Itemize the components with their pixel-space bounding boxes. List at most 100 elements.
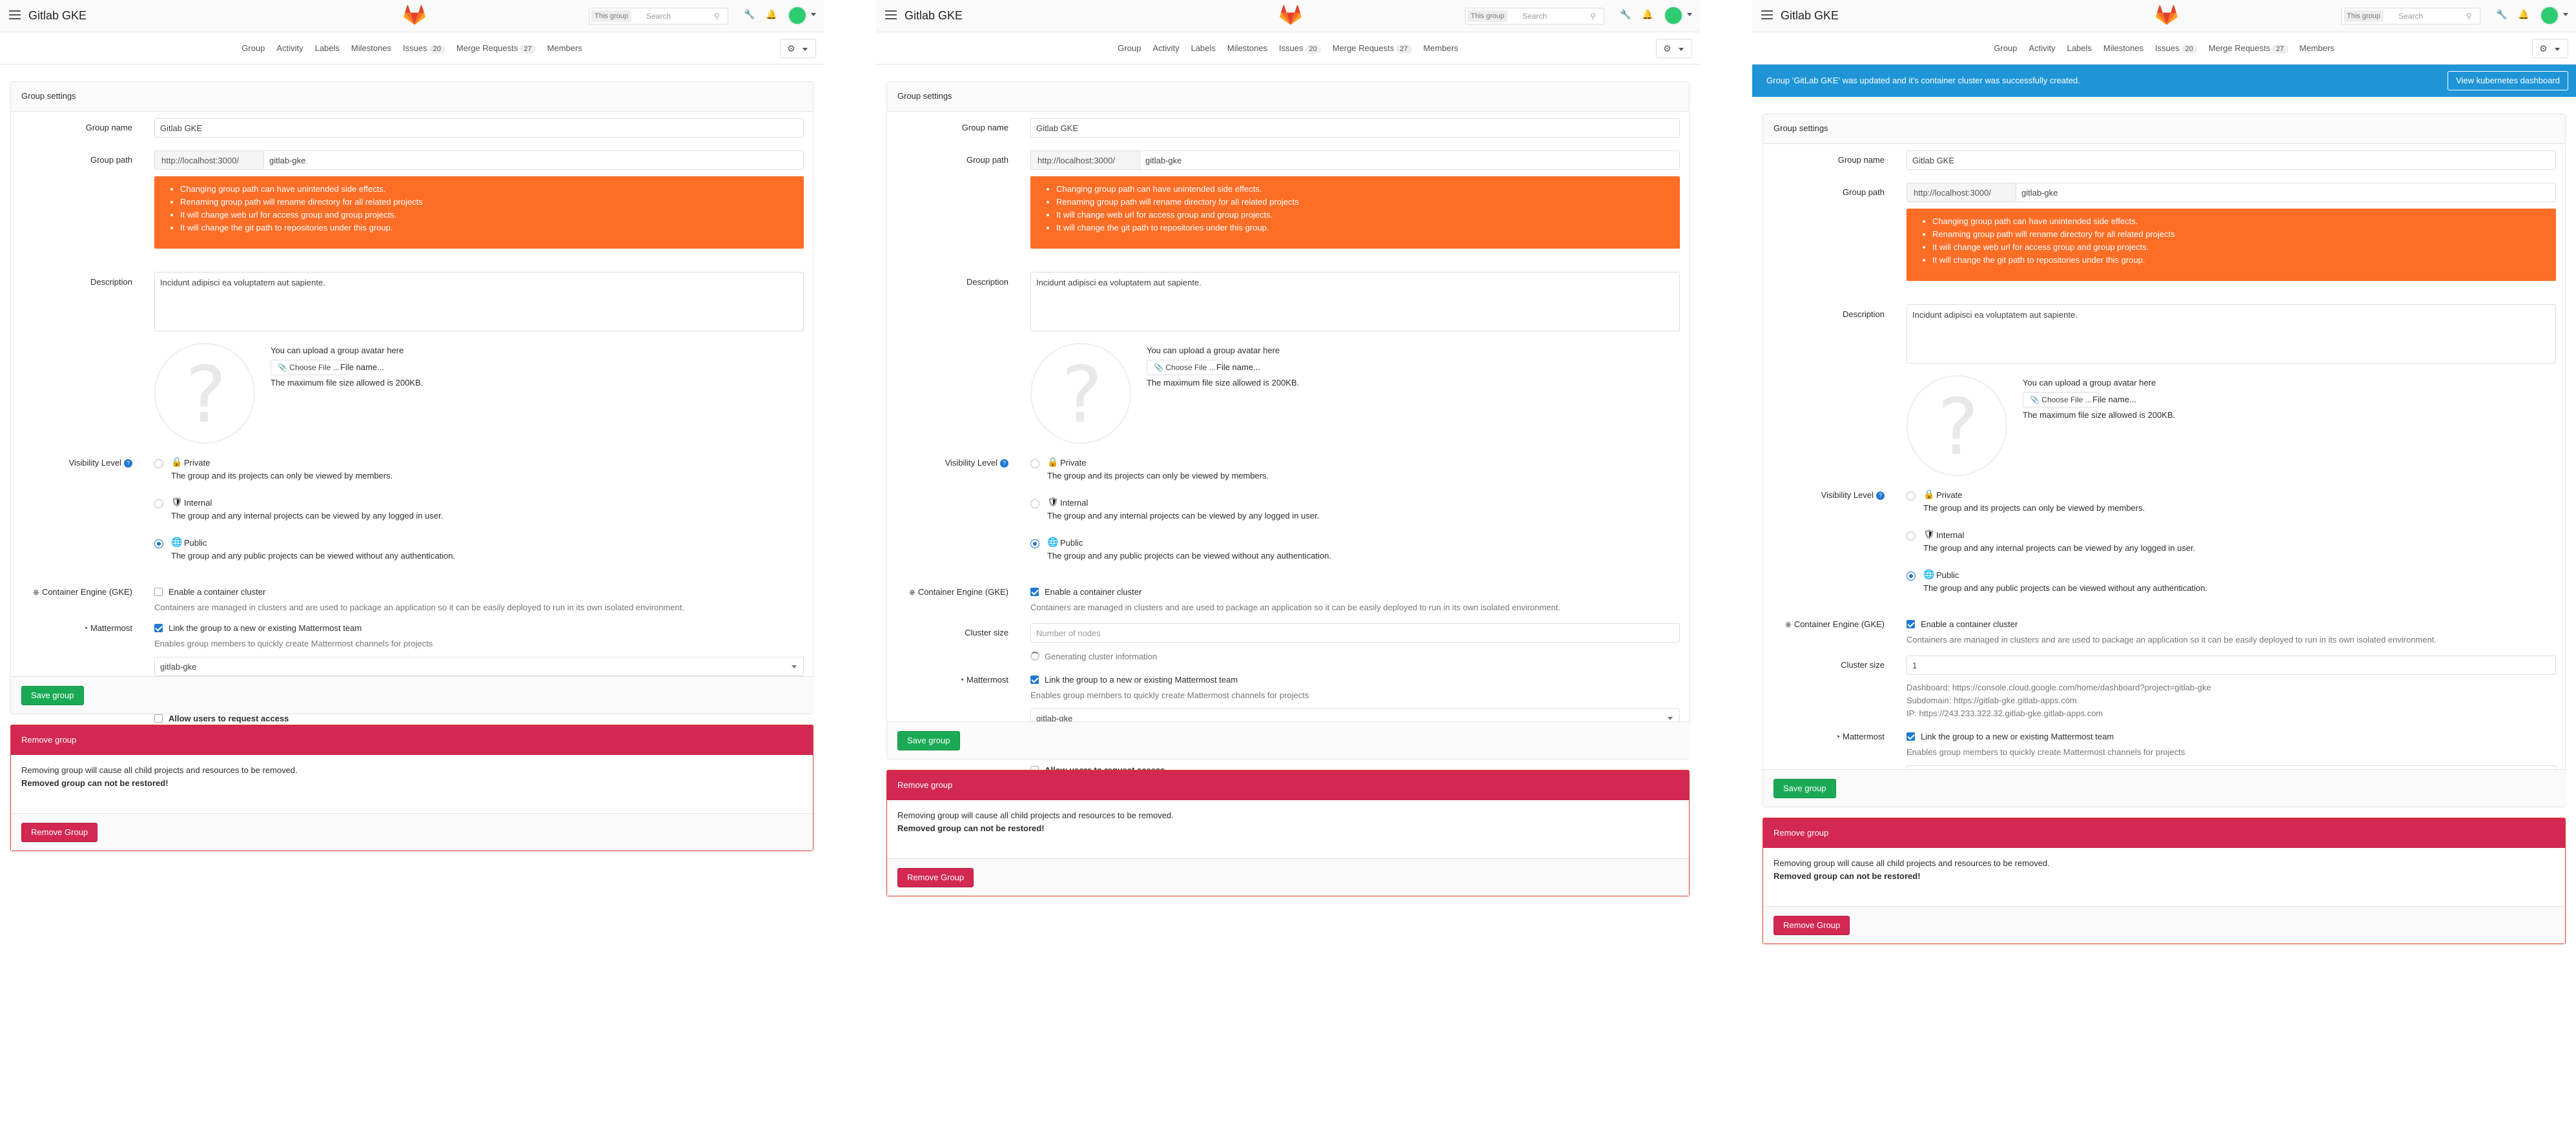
dashboard-link[interactable]: Dashboard: https://console.cloud.google.… [1906, 683, 2211, 692]
group-name-field[interactable]: Gitlab GKE [154, 118, 804, 138]
search-icon: ⚲ [714, 12, 720, 21]
mattermost-team-select[interactable]: gitlab-gke [154, 657, 804, 676]
panel-footer: Save group [11, 676, 814, 714]
visibility-radio-public[interactable] [154, 539, 163, 548]
settings-dropdown-button[interactable]: ⚙ [780, 39, 816, 58]
subnav-item-members[interactable]: Members [547, 43, 582, 53]
group-name-field[interactable]: Gitlab GKE [1030, 118, 1680, 138]
group-path-field[interactable]: gitlab-gke [263, 150, 804, 170]
gitlab-logo-icon[interactable] [1280, 5, 1302, 26]
subdomain-link[interactable]: Subdomain: https://gitlab-gke.gitlab-app… [1906, 696, 2077, 705]
bell-icon[interactable]: 🔔 [2518, 9, 2530, 21]
subnav-item-members[interactable]: Members [1424, 43, 1458, 53]
chevron-down-icon[interactable] [1687, 13, 1692, 16]
hamburger-icon[interactable] [1761, 10, 1773, 19]
choose-file-button[interactable]: 📎 Choose File ... [2023, 392, 2099, 408]
choose-file-button[interactable]: 📎 Choose File ... [271, 360, 347, 375]
subnav-item-group[interactable]: Group [241, 43, 265, 53]
visibility-radio-private[interactable] [154, 459, 163, 468]
group-path-field[interactable]: gitlab-gke [1140, 150, 1680, 170]
subnav-item-issues[interactable]: Issues 20 [403, 43, 445, 54]
subnav-item-milestones[interactable]: Milestones [351, 43, 391, 53]
hamburger-icon[interactable] [9, 10, 21, 19]
remove-group-title: Remove group [1763, 818, 2565, 848]
visibility-radio-public[interactable] [1030, 539, 1039, 548]
settings-dropdown-button[interactable]: ⚙ [2532, 39, 2568, 58]
view-kubernetes-dashboard-button[interactable]: View kubernetes dashboard [2448, 71, 2568, 90]
avatar[interactable] [2540, 6, 2559, 25]
chevron-down-icon[interactable] [2563, 13, 2568, 16]
visibility-radio-private[interactable] [1030, 459, 1039, 468]
subnav-item-issues[interactable]: Issues 20 [2155, 43, 2197, 54]
bell-icon[interactable]: 🔔 [766, 9, 777, 21]
gitlab-logo-icon[interactable] [404, 5, 425, 26]
avatar[interactable] [788, 6, 807, 25]
top-bar: Gitlab GKE This group Search ⚲ 🔧 🔔 [1752, 0, 2576, 32]
subnav-item-activity[interactable]: Activity [276, 43, 303, 53]
remove-group-button[interactable]: Remove Group [897, 868, 974, 887]
help-icon[interactable]: ? [124, 459, 132, 468]
bell-icon[interactable]: 🔔 [1642, 9, 1653, 21]
remove-group-button[interactable]: Remove Group [1774, 916, 1850, 935]
subnav-item-merge-requests[interactable]: Merge Requests 27 [2209, 43, 2288, 54]
description-field[interactable]: Incidunt adipisci ea voluptatem aut sapi… [1030, 272, 1680, 331]
group-subnav: Group Activity Labels Milestones Issues 20 Mer… [876, 32, 1700, 65]
help-icon[interactable]: ? [1876, 491, 1885, 501]
description-field[interactable]: Incidunt adipisci ea voluptatem aut sapi… [1906, 304, 2556, 364]
visibility-radio-private[interactable] [1906, 491, 1916, 501]
mattermost-link-checkbox[interactable] [154, 624, 163, 632]
enable-cluster-checkbox[interactable] [154, 588, 163, 596]
cluster-size-field[interactable]: Number of nodes [1030, 623, 1680, 643]
subnav-item-activity[interactable]: Activity [1152, 43, 1179, 53]
description-field[interactable]: Incidunt adipisci ea voluptatem aut sapi… [154, 272, 804, 331]
request-access-checkbox[interactable] [154, 714, 163, 723]
gitlab-logo-icon[interactable] [2156, 5, 2178, 26]
save-group-button[interactable]: Save group [897, 731, 960, 750]
search-input[interactable]: This group Search ⚲ [2341, 8, 2480, 25]
chevron-down-icon [2555, 48, 2560, 51]
ip-link[interactable]: IP: https://243.233.322.32.gitlab-gke.gi… [1906, 708, 2103, 718]
search-scope[interactable]: This group [1467, 10, 1508, 22]
remove-group-button[interactable]: Remove Group [21, 823, 98, 842]
subnav-item-activity[interactable]: Activity [2029, 43, 2055, 53]
group-name-field[interactable]: Gitlab GKE [1906, 150, 2556, 170]
chevron-down-icon[interactable] [811, 13, 816, 16]
subnav-item-milestones[interactable]: Milestones [2103, 43, 2143, 53]
group-path-field[interactable]: gitlab-gke [2016, 183, 2556, 202]
subnav-item-labels[interactable]: Labels [2067, 43, 2092, 53]
wrench-icon[interactable]: 🔧 [744, 9, 755, 21]
search-scope[interactable]: This group [591, 10, 631, 22]
remove-group-panel: Remove group Removing group will cause al… [10, 725, 813, 851]
settings-dropdown-button[interactable]: ⚙ [1656, 39, 1692, 58]
choose-file-button[interactable]: 📎 Choose File ... [1147, 360, 1223, 375]
enable-cluster-checkbox[interactable] [1030, 588, 1039, 596]
subnav-item-merge-requests[interactable]: Merge Requests 27 [1333, 43, 1412, 54]
subnav-item-issues[interactable]: Issues 20 [1279, 43, 1321, 54]
help-icon[interactable]: ? [1000, 459, 1008, 468]
hamburger-icon[interactable] [885, 10, 897, 19]
subnav-item-group[interactable]: Group [1118, 43, 1141, 53]
search-input[interactable]: This group Search ⚲ [1465, 8, 1604, 25]
save-group-button[interactable]: Save group [21, 686, 84, 705]
wrench-icon[interactable]: 🔧 [2496, 9, 2508, 21]
subnav-item-group[interactable]: Group [1994, 43, 2017, 53]
subnav-item-members[interactable]: Members [2300, 43, 2335, 53]
subnav-item-labels[interactable]: Labels [1191, 43, 1216, 53]
mattermost-link-checkbox[interactable] [1906, 732, 1915, 741]
cluster-size-field[interactable]: 1 [1906, 656, 2556, 675]
enable-cluster-checkbox[interactable] [1906, 620, 1915, 628]
visibility-radio-internal[interactable] [1906, 532, 1916, 541]
visibility-radio-public[interactable] [1906, 572, 1916, 581]
save-group-button[interactable]: Save group [1774, 779, 1836, 798]
search-input[interactable]: This group Search ⚲ [589, 8, 728, 25]
subnav-item-milestones[interactable]: Milestones [1227, 43, 1267, 53]
subnav-item-merge-requests[interactable]: Merge Requests 27 [456, 43, 536, 54]
wrench-icon[interactable]: 🔧 [1620, 9, 1631, 21]
subnav-item-labels[interactable]: Labels [315, 43, 340, 53]
choose-file-label: Choose File ... [289, 363, 340, 372]
avatar[interactable] [1664, 6, 1683, 25]
visibility-radio-internal[interactable] [1030, 499, 1039, 508]
mattermost-link-checkbox[interactable] [1030, 676, 1039, 684]
search-scope[interactable]: This group [2344, 10, 2384, 22]
visibility-radio-internal[interactable] [154, 499, 163, 508]
